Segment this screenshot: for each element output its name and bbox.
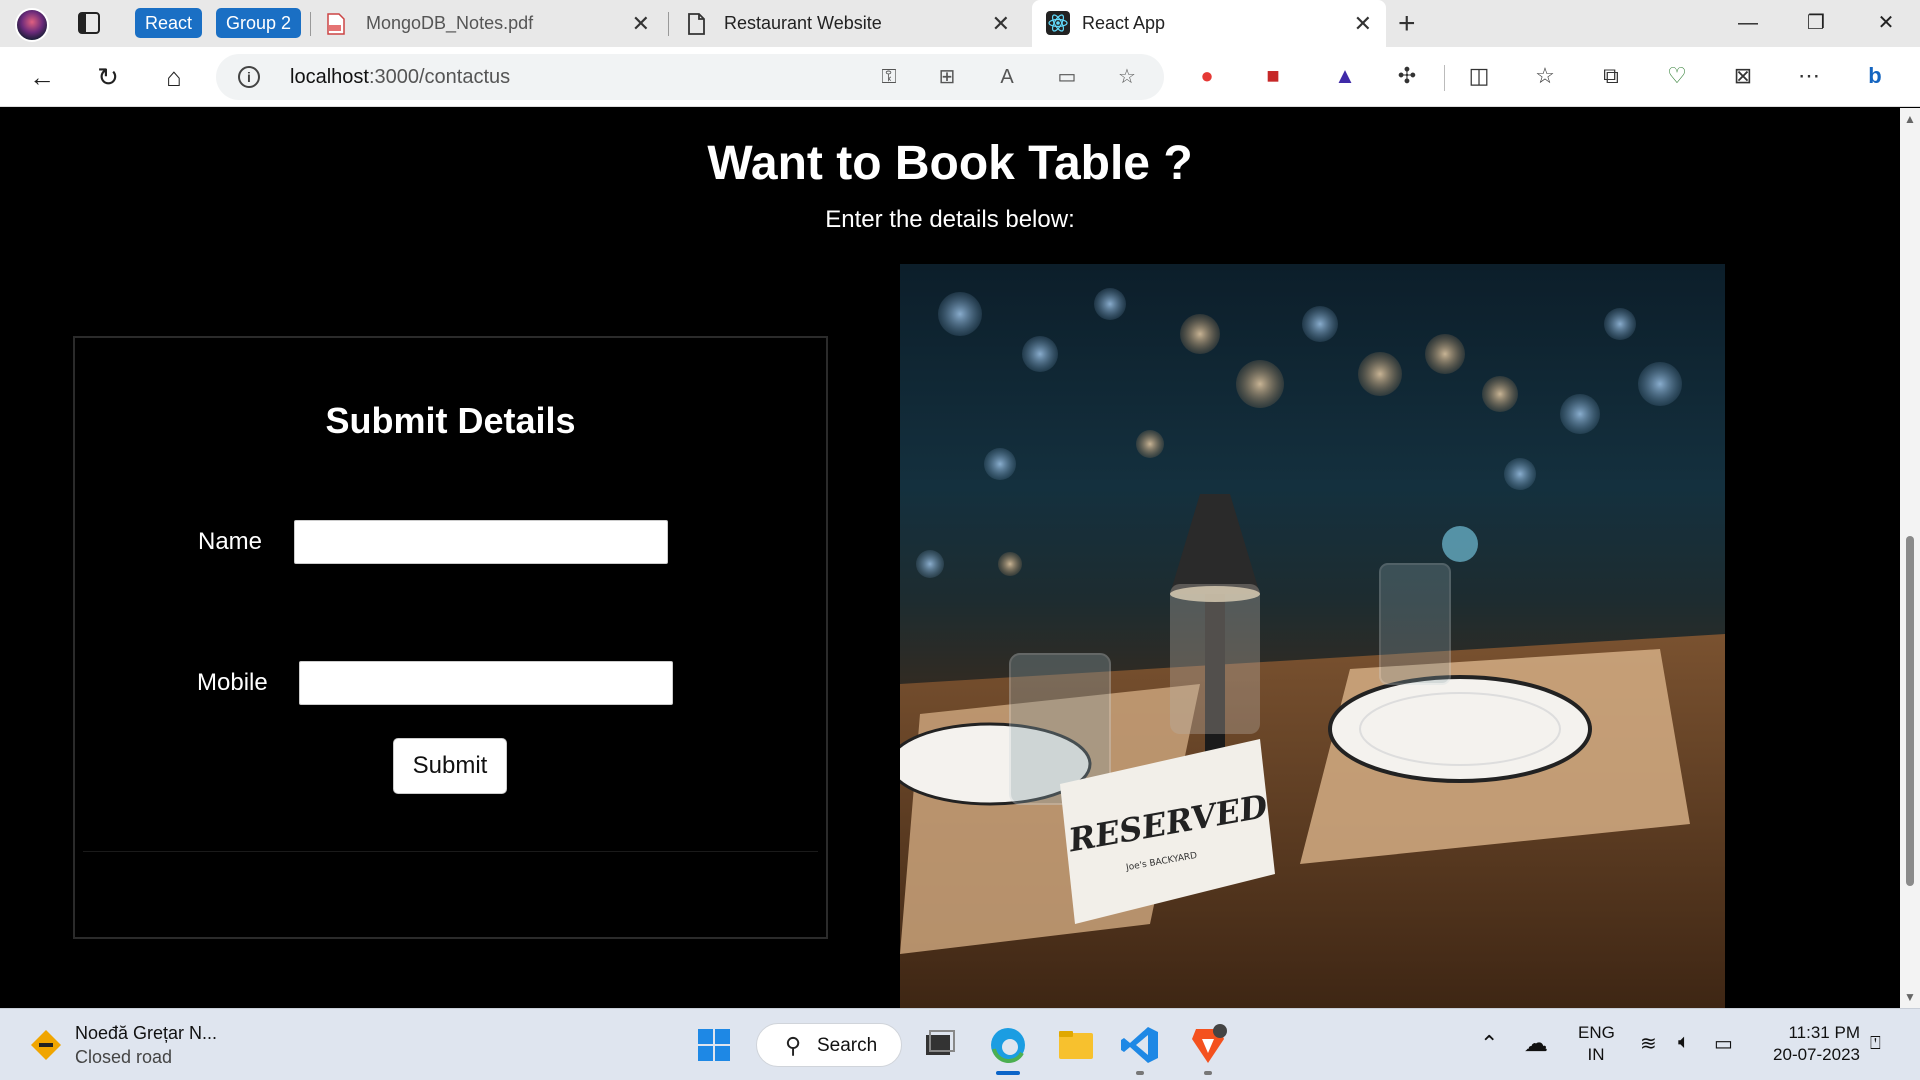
input-language[interactable]: ENG IN <box>1578 1022 1615 1066</box>
tab-separator <box>310 12 311 36</box>
browser-essentials-icon[interactable]: ♡ <box>1662 61 1692 91</box>
taskbar-search[interactable]: ⚲ Search <box>756 1023 902 1067</box>
url-host: localhost <box>290 66 369 88</box>
booking-form-card: Submit Details Name Mobile Submit <box>73 336 828 939</box>
tab-react-app[interactable]: React App ✕ <box>1032 0 1386 47</box>
page-scrollbar[interactable]: ▲ ▼ <box>1900 108 1920 1008</box>
restore-window-icon[interactable]: ❐ <box>1786 0 1846 47</box>
show-hidden-icons-chevron-icon[interactable]: ⌃ <box>1480 1031 1498 1057</box>
tab-title: Restaurant Website <box>724 13 882 33</box>
volume-icon[interactable]: 🔈︎ <box>1678 1031 1690 1054</box>
favorite-star-icon[interactable]: ☆ <box>1114 64 1140 90</box>
tab-separator <box>668 12 669 36</box>
mobile-input[interactable] <box>299 661 673 705</box>
browser-tab-strip: React Group 2 MongoDB_Notes.pdf ✕ Restau… <box>0 0 1920 47</box>
tab-title: MongoDB_Notes.pdf <box>366 13 534 33</box>
more-options-icon[interactable]: ⋯ <box>1794 61 1824 91</box>
water-glass-right <box>1379 563 1451 685</box>
battery-icon[interactable]: ▭ <box>1714 1031 1733 1056</box>
form-title: Submit Details <box>325 400 576 441</box>
split-screen-icon[interactable]: ◫ <box>1464 61 1494 91</box>
name-label: Name <box>198 528 263 555</box>
new-tab-icon[interactable]: + <box>1398 0 1416 47</box>
favorites-list-icon[interactable]: ☆ <box>1530 61 1560 91</box>
tab-actions-menu-icon[interactable] <box>78 12 100 34</box>
file-explorer-icon[interactable] <box>1054 1023 1098 1067</box>
scroll-up-arrow-icon[interactable]: ▲ <box>1904 112 1916 126</box>
vscode-icon[interactable] <box>1118 1023 1162 1067</box>
submit-button[interactable]: Submit <box>393 738 507 794</box>
notifications-icon[interactable]: ⍞ <box>1870 1033 1881 1054</box>
refresh-icon[interactable]: ↻ <box>90 59 126 95</box>
mobile-label: Mobile <box>197 669 268 696</box>
edge-browser-icon[interactable] <box>986 1023 1030 1067</box>
app-available-icon[interactable]: ⊞ <box>934 64 960 90</box>
pdf-file-icon <box>327 13 345 35</box>
document-icon <box>688 13 705 35</box>
react-logo-icon <box>1046 11 1070 35</box>
url-path: :3000/contactus <box>368 66 511 88</box>
extension-red-icon[interactable]: ● <box>1192 61 1222 91</box>
url-text[interactable]: localhost:3000/contactus <box>290 54 510 100</box>
running-indicator <box>1136 1071 1144 1075</box>
running-indicator <box>1204 1071 1212 1075</box>
collections-icon[interactable]: ⧉ <box>1596 61 1626 91</box>
bing-copilot-icon[interactable]: b <box>1860 61 1890 91</box>
windows-taskbar: Noeđă Grețar N... Closed road ⚲ Search ⌃… <box>0 1008 1920 1080</box>
traffic-alert-icon[interactable] <box>30 1029 62 1061</box>
form-divider <box>83 851 818 852</box>
browser-toolbar: ← ↻ ⌂ i localhost:3000/contactus ⚿ ⊞ A ▭… <box>0 47 1920 107</box>
back-arrow-icon[interactable]: ← <box>24 59 60 95</box>
tab-group-2[interactable]: Group 2 <box>216 8 302 38</box>
running-indicator <box>996 1071 1020 1075</box>
tab-mongodb-notes[interactable]: MongoDB_Notes.pdf ✕ <box>312 0 664 47</box>
clock-time: 11:31 PM <box>1788 1023 1860 1042</box>
search-icon: ⚲ <box>785 1033 802 1058</box>
region-code: IN <box>1587 1045 1605 1064</box>
brave-browser-icon[interactable] <box>1186 1023 1230 1067</box>
math-solver-icon[interactable]: ⊠ <box>1728 61 1758 91</box>
wifi-icon[interactable]: ≋ <box>1640 1031 1657 1056</box>
extension-graduation-icon[interactable]: ▲ <box>1330 61 1360 91</box>
close-window-icon[interactable]: ✕ <box>1856 0 1916 47</box>
address-bar[interactable]: i localhost:3000/contactus ⚿ ⊞ A ▭ ☆ <box>216 54 1164 100</box>
traffic-widget-subtitle: Closed road <box>75 1047 173 1067</box>
scrollbar-thumb[interactable] <box>1906 536 1914 886</box>
site-info-icon[interactable]: i <box>238 66 260 88</box>
clock-date: 20-07-2023 <box>1773 1045 1860 1064</box>
lamp-shade <box>1170 494 1260 594</box>
toolbar-divider <box>1444 65 1445 91</box>
language-code: ENG <box>1578 1023 1615 1042</box>
reserved-table-illustration: RESERVED Joe's BACKYARD <box>900 288 1725 1008</box>
extension-bug-icon[interactable]: ■ <box>1258 61 1288 91</box>
name-input[interactable] <box>294 520 668 564</box>
profile-avatar[interactable] <box>15 8 49 42</box>
close-tab-icon[interactable]: ✕ <box>632 0 650 47</box>
page-subtitle: Enter the details below: <box>825 206 1075 233</box>
bokeh-lights <box>916 288 1682 578</box>
read-aloud-icon[interactable]: A <box>994 64 1020 90</box>
tab-title: React App <box>1082 13 1166 33</box>
system-clock[interactable]: 11:31 PM 20-07-2023 <box>1760 1022 1860 1066</box>
page-content: Want to Book Table ? Enter the details b… <box>0 108 1900 1008</box>
minimize-icon[interactable]: — <box>1718 0 1778 47</box>
key-icon[interactable]: ⚿ <box>876 64 902 90</box>
close-tab-icon[interactable]: ✕ <box>992 0 1010 47</box>
search-label: Search <box>817 1035 878 1056</box>
tab-restaurant-website[interactable]: Restaurant Website ✕ <box>672 0 1024 47</box>
traffic-widget-title[interactable]: Noeđă Grețar N... <box>75 1023 217 1044</box>
windows-start-icon[interactable] <box>692 1023 736 1067</box>
scroll-down-arrow-icon[interactable]: ▼ <box>1904 990 1916 1004</box>
tab-group-react[interactable]: React <box>135 8 203 38</box>
wallet-icon[interactable]: ▭ <box>1054 64 1080 90</box>
onedrive-cloud-icon[interactable]: ☁ <box>1524 1029 1548 1058</box>
close-tab-icon[interactable]: ✕ <box>1354 0 1372 47</box>
restaurant-table-photo: RESERVED Joe's BACKYARD <box>900 264 1725 1008</box>
extensions-puzzle-icon[interactable]: ✣ <box>1392 61 1422 91</box>
home-icon[interactable]: ⌂ <box>156 59 192 95</box>
page-title: Want to Book Table ? <box>707 137 1193 190</box>
task-view-icon[interactable] <box>918 1023 962 1067</box>
